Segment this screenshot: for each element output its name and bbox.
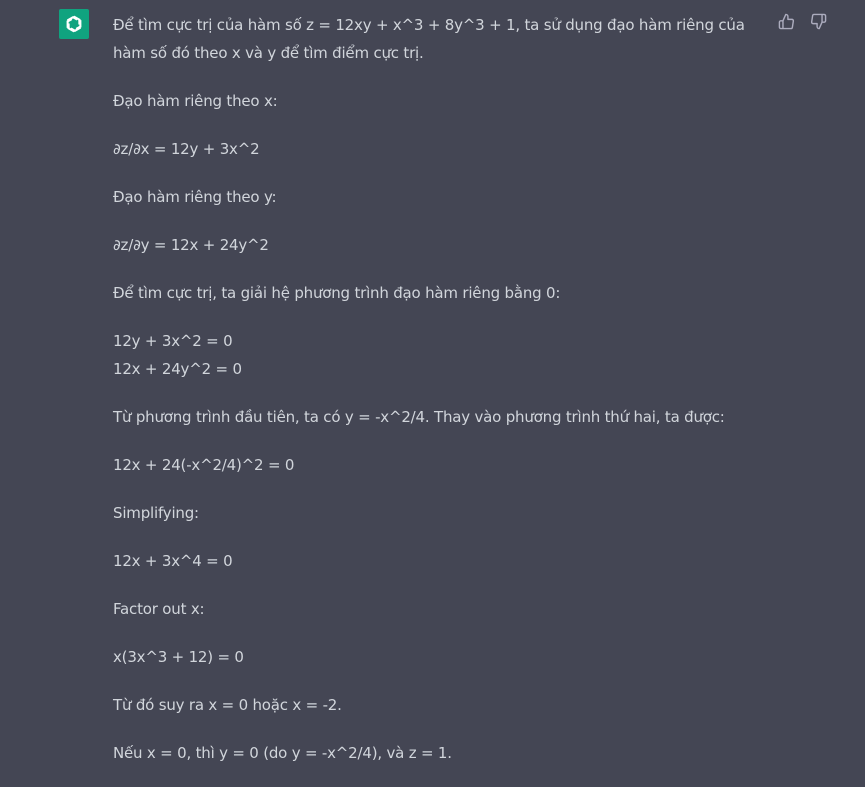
feedback-buttons	[776, 11, 828, 31]
message-paragraph: Để tìm cực trị, ta giải hệ phương trình …	[113, 284, 561, 302]
message-paragraph: Nếu x = 0, thì y = 0 (do y = -x^2/4), và…	[113, 744, 452, 762]
assistant-avatar	[59, 9, 89, 39]
message-paragraph: Simplifying:	[113, 504, 199, 522]
thumbs-up-button[interactable]	[776, 11, 796, 31]
message-paragraph: x(3x^3 + 12) = 0	[113, 648, 244, 666]
message-paragraph: ∂z/∂y = 12x + 24y^2	[113, 236, 269, 254]
message-paragraph: 12x + 3x^4 = 0	[113, 552, 233, 570]
message-paragraph: Factor out x:	[113, 600, 205, 618]
message-paragraph: ∂z/∂x = 12y + 3x^2	[113, 140, 260, 158]
openai-logo-icon	[66, 15, 82, 33]
thumbs-down-icon	[810, 13, 826, 29]
equation-line: 12x + 24y^2 = 0	[113, 360, 242, 378]
thumbs-up-icon	[778, 13, 794, 29]
equation-line: 12y + 3x^2 = 0	[113, 332, 233, 350]
thumbs-down-button[interactable]	[808, 11, 828, 31]
message-paragraph: Từ phương trình đầu tiên, ta có y = -x^2…	[113, 408, 725, 426]
assistant-message: Để tìm cực trị của hàm số z = 12xy + x^3…	[113, 11, 768, 787]
message-paragraph: 12x + 24(-x^2/4)^2 = 0	[113, 456, 295, 474]
message-paragraph: Từ đó suy ra x = 0 hoặc x = -2.	[113, 696, 342, 714]
message-paragraph: Để tìm cực trị của hàm số z = 12xy + x^3…	[113, 16, 750, 62]
message-paragraph: Đạo hàm riêng theo x:	[113, 92, 278, 110]
message-paragraph: Đạo hàm riêng theo y:	[113, 188, 277, 206]
